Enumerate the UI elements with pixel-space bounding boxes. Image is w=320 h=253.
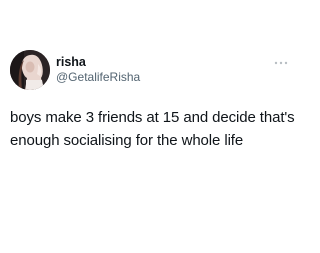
more-options-button[interactable] (272, 58, 290, 68)
tweet-text: boys make 3 friends at 15 and decide tha… (10, 109, 295, 149)
profile-photo-icon (10, 50, 50, 90)
more-horizontal-icon (274, 61, 288, 65)
author-avatar[interactable] (10, 50, 50, 90)
author-display-name[interactable]: risha (56, 55, 86, 70)
author-handle[interactable]: @GetalifeRisha (56, 70, 140, 85)
tweet-card: risha @GetalifeRisha boys make 3 friends… (0, 0, 300, 253)
